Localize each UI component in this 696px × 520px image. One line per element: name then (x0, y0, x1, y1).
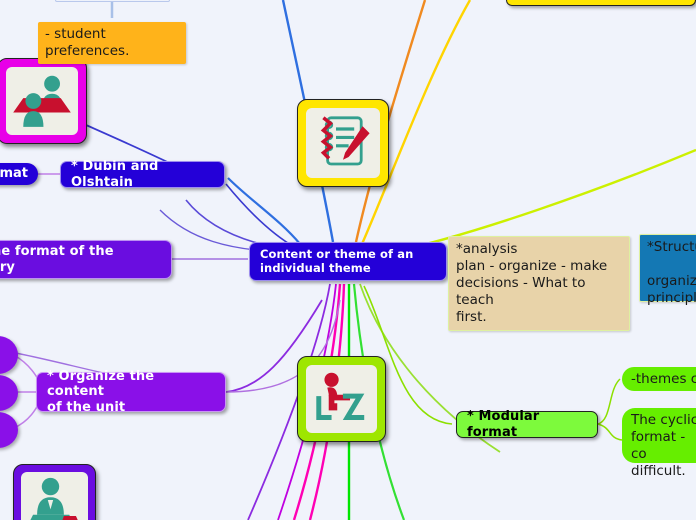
node-organize-content[interactable]: * Organize the content of the unit (36, 369, 226, 415)
node-modular-format-label: * Modular format (467, 409, 544, 440)
node-themes-label: -themes c (631, 371, 696, 387)
edge-center-to-dubin-b (225, 183, 297, 249)
mindmap-canvas[interactable]: - student preferences. mat * Dubin and O… (0, 0, 696, 520)
node-analysis-label: *analysis plan - organize - make decisio… (456, 241, 608, 325)
node-modular-format[interactable]: * Modular format (456, 409, 598, 440)
tile-person-desk-green[interactable] (297, 356, 386, 442)
node-analysis[interactable]: *analysis plan - organize - make decisio… (448, 236, 630, 331)
person-at-desk-icon (306, 365, 377, 433)
edge-modular-to-cyclical (597, 423, 623, 441)
node-cyclical-format[interactable]: The cyclic format -co difficult. (622, 408, 696, 479)
tile-two-people-table[interactable] (0, 58, 87, 144)
tile-notepad-pencil[interactable] (297, 99, 389, 187)
edge-center-to-dubin-a (227, 177, 301, 245)
node-format-pill[interactable]: mat (0, 163, 38, 185)
person-at-desk-front-icon (21, 472, 88, 520)
node-format-pill-label: mat (0, 166, 28, 182)
left-ellipse-2[interactable] (0, 375, 18, 411)
node-empty-yellow[interactable] (506, 0, 696, 6)
node-format-of-the-label: The format of the cory (0, 244, 114, 275)
node-structure-label: *Structu organizin principle (647, 239, 696, 306)
two-people-at-table-icon (6, 67, 78, 135)
node-center-content-theme-label: Content or theme of an individual theme (260, 246, 418, 275)
node-cyclical-format-label: The cyclic format -co difficult. (631, 412, 696, 479)
node-student-preferences[interactable]: - student preferences. (38, 22, 186, 64)
node-center-content-theme[interactable]: Content or theme of an individual theme (249, 242, 447, 281)
node-dubin-olshtain[interactable]: * Dubin and Olshtain (60, 159, 225, 190)
edge-modular-to-themes (597, 378, 621, 425)
node-themes[interactable]: -themes c (622, 367, 696, 391)
left-ellipse-3[interactable] (0, 412, 18, 448)
ghost-node-top (55, 0, 170, 2)
node-structure[interactable]: *Structu organizin principle (639, 234, 696, 306)
node-dubin-olshtain-label: * Dubin and Olshtain (71, 159, 163, 190)
node-student-preferences-label: - student preferences. (45, 26, 130, 59)
tile-person-desk-purple[interactable] (13, 464, 96, 520)
notepad-pencil-icon (306, 108, 380, 178)
node-format-of-the[interactable]: The format of the cory (0, 240, 172, 279)
left-ellipse-1[interactable] (0, 336, 18, 374)
node-organize-content-label: * Organize the content of the unit (47, 369, 155, 415)
